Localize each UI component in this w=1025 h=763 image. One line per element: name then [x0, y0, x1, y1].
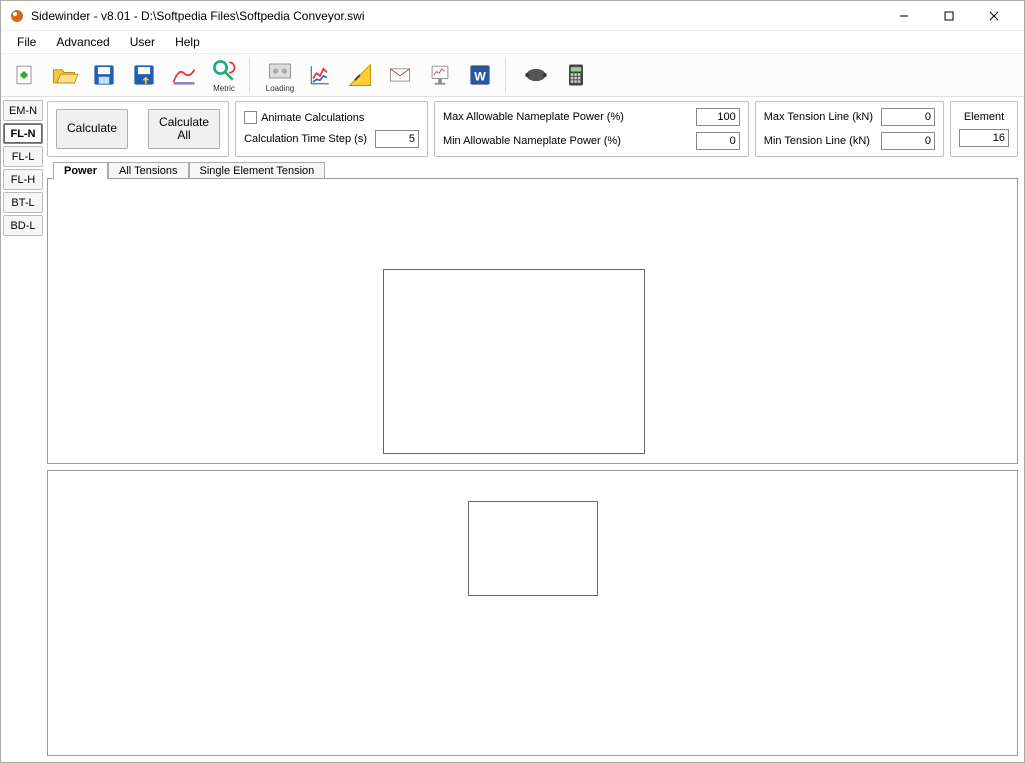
gauge-icon[interactable]	[341, 55, 379, 95]
calc-group: Calculate Calculate All	[47, 101, 229, 157]
element-input[interactable]	[959, 129, 1009, 147]
maximize-button[interactable]	[926, 1, 971, 30]
min-power-label: Min Allowable Nameplate Power (%)	[443, 135, 621, 147]
calculate-button[interactable]: Calculate	[56, 109, 128, 149]
export-icon[interactable]	[125, 55, 163, 95]
loading-icon[interactable]: Loading	[261, 55, 299, 95]
min-tension-label: Min Tension Line (kN)	[764, 135, 870, 147]
sidetab-fl-h[interactable]: FL-H	[3, 169, 43, 190]
sidetab-fl-n[interactable]: FL-N	[3, 123, 43, 144]
sidetab-fl-l[interactable]: FL-L	[3, 146, 43, 167]
element-label: Element	[964, 111, 1004, 123]
control-row: Calculate Calculate All Animate Calculat…	[47, 101, 1018, 157]
result-tabs: Power All Tensions Single Element Tensio…	[47, 161, 1018, 178]
max-power-input[interactable]	[696, 108, 740, 126]
chart-icon[interactable]	[421, 55, 459, 95]
power-plot-panel	[47, 178, 1018, 464]
app-icon	[9, 8, 25, 24]
plot-placeholder	[383, 269, 645, 454]
metric-icon[interactable]: Metric	[205, 55, 243, 95]
tab-all-tensions[interactable]: All Tensions	[108, 162, 189, 179]
max-tension-label: Max Tension Line (kN)	[764, 111, 873, 123]
menu-user[interactable]: User	[120, 33, 165, 51]
side-tabs: EM-N FL-N FL-L FL-H BT-L BD-L	[1, 97, 45, 762]
graph-icon[interactable]	[301, 55, 339, 95]
tab-power[interactable]: Power	[53, 162, 108, 179]
motor-icon[interactable]	[517, 55, 555, 95]
window-title: Sidewinder - v8.01 - D:\Softpedia Files\…	[31, 9, 881, 23]
secondary-panel	[47, 470, 1018, 756]
timestep-label: Calculation Time Step (s)	[244, 133, 367, 145]
word-icon[interactable]: W	[461, 55, 499, 95]
menubar: File Advanced User Help	[1, 31, 1024, 53]
new-icon[interactable]	[5, 55, 43, 95]
calculate-all-button[interactable]: Calculate All	[148, 109, 220, 149]
animate-checkbox[interactable]: Animate Calculations	[244, 110, 364, 124]
timestep-group: Animate Calculations Calculation Time St…	[235, 101, 428, 157]
max-power-label: Max Allowable Nameplate Power (%)	[443, 111, 624, 123]
toolbar: Metric Loading W	[1, 53, 1024, 97]
timestep-input[interactable]	[375, 130, 419, 148]
close-button[interactable]	[971, 1, 1016, 30]
min-power-input[interactable]	[696, 132, 740, 150]
tab-single-element-tension[interactable]: Single Element Tension	[189, 162, 326, 179]
mail-icon[interactable]	[381, 55, 419, 95]
toolbar-separator	[505, 57, 511, 93]
open-icon[interactable]	[45, 55, 83, 95]
sidetab-bd-l[interactable]: BD-L	[3, 215, 43, 236]
sidetab-bt-l[interactable]: BT-L	[3, 192, 43, 213]
minimize-button[interactable]	[881, 1, 926, 30]
toolbar-separator	[249, 57, 255, 93]
menu-advanced[interactable]: Advanced	[46, 33, 119, 51]
calc-icon[interactable]	[557, 55, 595, 95]
sidetab-em-n[interactable]: EM-N	[3, 100, 43, 121]
model-icon[interactable]	[165, 55, 203, 95]
svg-text:W: W	[474, 69, 486, 83]
titlebar: Sidewinder - v8.01 - D:\Softpedia Files\…	[1, 1, 1024, 31]
min-tension-input[interactable]	[881, 132, 935, 150]
tension-group: Max Tension Line (kN) Min Tension Line (…	[755, 101, 944, 157]
element-group: Element	[950, 101, 1018, 157]
plot-placeholder-small	[468, 501, 598, 596]
save-icon[interactable]	[85, 55, 123, 95]
menu-help[interactable]: Help	[165, 33, 210, 51]
power-group: Max Allowable Nameplate Power (%) Min Al…	[434, 101, 749, 157]
menu-file[interactable]: File	[7, 33, 46, 51]
max-tension-input[interactable]	[881, 108, 935, 126]
